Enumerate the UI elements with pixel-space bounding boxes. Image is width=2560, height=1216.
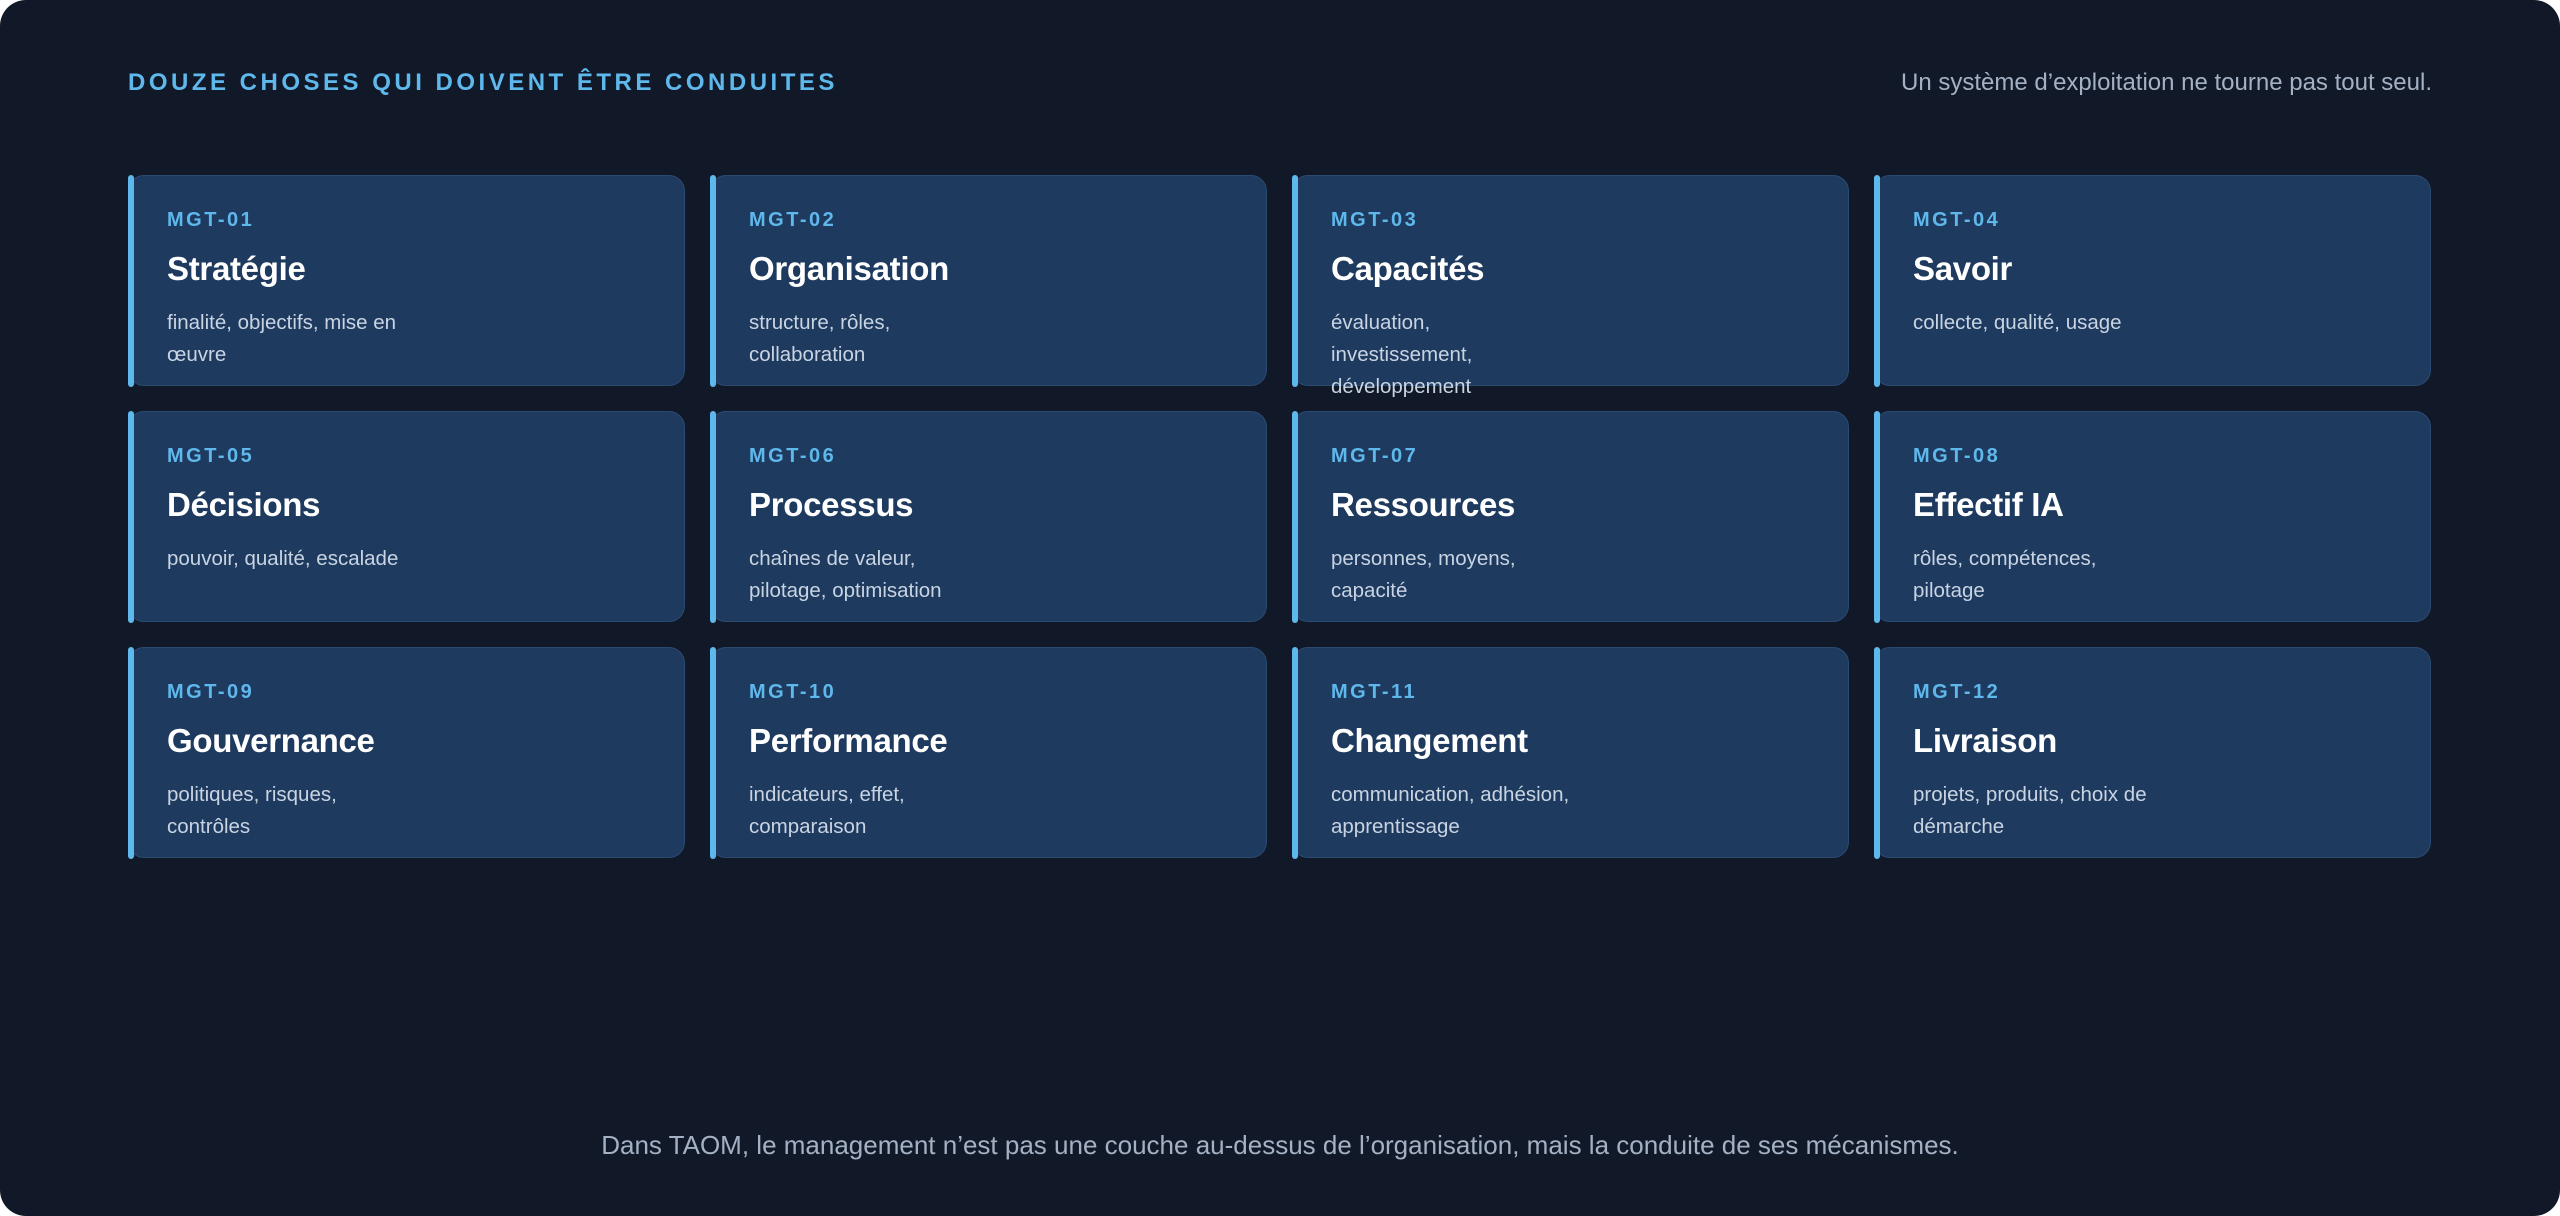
card-changement: MGT-11 Changement communication, adhésio… <box>1291 646 1849 859</box>
card-description: pouvoir, qualité, escalade <box>167 547 399 570</box>
card-accent-bar <box>709 646 716 859</box>
card-organisation: MGT-02 Organisation structure, rôles, co… <box>709 174 1267 387</box>
card-description: projets, produits, choix de démarche <box>1913 783 2147 838</box>
card-code: MGT-08 <box>1913 445 2001 467</box>
card-accent-bar <box>1873 410 1880 623</box>
card-code: MGT-12 <box>1913 681 2001 703</box>
card-effectif-ia: MGT-08 Effectif IA rôles, compétences, p… <box>1873 410 2431 623</box>
footer-caption: Dans TAOM, le management n’est pas une c… <box>601 1130 1959 1160</box>
card-title: Gouvernance <box>167 722 375 759</box>
tagline: Un système d’exploitation ne tourne pas … <box>1901 69 2432 96</box>
card-processus: MGT-06 Processus chaînes de valeur, pilo… <box>709 410 1267 623</box>
card-description: rôles, compétences, pilotage <box>1913 547 2097 602</box>
card-title: Effectif IA <box>1913 486 2064 523</box>
card-accent-bar <box>1291 410 1298 623</box>
card-code: MGT-02 <box>749 209 837 231</box>
card-description: politiques, risques, contrôles <box>167 783 337 838</box>
card-savoir: MGT-04 Savoir collecte, qualité, usage <box>1873 174 2431 387</box>
card-title: Ressources <box>1331 486 1516 523</box>
card-description: chaînes de valeur, pilotage, optimisatio… <box>749 547 942 602</box>
card-accent-bar <box>127 410 134 623</box>
card-performance: MGT-10 Performance indicateurs, effet, c… <box>709 646 1267 859</box>
card-description: communication, adhésion, apprentissage <box>1331 783 1570 838</box>
card-code: MGT-01 <box>167 209 255 231</box>
card-accent-bar <box>709 174 716 387</box>
card-capacites: MGT-03 Capacités évaluation, investissem… <box>1291 174 1849 398</box>
card-accent-bar <box>127 174 134 387</box>
card-accent-bar <box>1873 174 1880 387</box>
card-title: Décisions <box>167 486 321 523</box>
card-title: Stratégie <box>167 250 306 287</box>
card-accent-bar <box>1291 174 1298 387</box>
card-code: MGT-04 <box>1913 209 2001 231</box>
slide-frame: DOUZE CHOSES QUI DOIVENT ÊTRE CONDUITES … <box>0 0 2560 1216</box>
card-decisions: MGT-05 Décisions pouvoir, qualité, escal… <box>127 410 685 623</box>
card-accent-bar <box>709 410 716 623</box>
card-description: évaluation, investissement, développemen… <box>1331 311 1473 398</box>
card-code: MGT-09 <box>167 681 255 703</box>
card-code: MGT-11 <box>1331 681 1418 703</box>
card-accent-bar <box>1873 646 1880 859</box>
card-title: Capacités <box>1331 250 1485 287</box>
card-strategie: MGT-01 Stratégie finalité, objectifs, mi… <box>127 174 685 387</box>
card-title: Changement <box>1331 722 1528 759</box>
card-title: Savoir <box>1913 250 2013 287</box>
card-description: structure, rôles, collaboration <box>749 311 891 366</box>
card-title: Performance <box>749 722 948 759</box>
card-description: finalité, objectifs, mise en œuvre <box>167 311 397 366</box>
card-gouvernance: MGT-09 Gouvernance politiques, risques, … <box>127 646 685 859</box>
card-code: MGT-03 <box>1331 209 1419 231</box>
card-description: collecte, qualité, usage <box>1913 311 2122 334</box>
card-accent-bar <box>127 646 134 859</box>
card-title: Livraison <box>1913 722 2058 759</box>
card-code: MGT-10 <box>749 681 837 703</box>
card-description: personnes, moyens, capacité <box>1331 547 1516 602</box>
card-title: Processus <box>749 486 914 523</box>
card-description: indicateurs, effet, comparaison <box>749 783 905 838</box>
card-title: Organisation <box>749 250 949 287</box>
section-title: DOUZE CHOSES QUI DOIVENT ÊTRE CONDUITES <box>128 69 838 96</box>
card-code: MGT-05 <box>167 445 255 467</box>
card-ressources: MGT-07 Ressources personnes, moyens, cap… <box>1291 410 1849 623</box>
card-livraison: MGT-12 Livraison projets, produits, choi… <box>1873 646 2431 859</box>
card-accent-bar <box>1291 646 1298 859</box>
card-code: MGT-07 <box>1331 445 1419 467</box>
card-code: MGT-06 <box>749 445 837 467</box>
card-grid: MGT-01 Stratégie finalité, objectifs, mi… <box>127 174 2432 859</box>
